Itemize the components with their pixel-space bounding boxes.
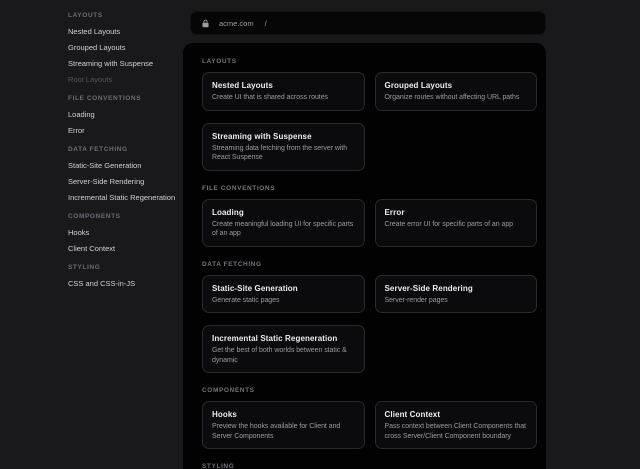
sidebar-item[interactable]: Server-Side Rendering xyxy=(68,174,184,190)
demo-card-description: Streaming data fetching from the server … xyxy=(212,144,355,163)
sidebar-item[interactable]: Grouped Layouts xyxy=(68,40,184,56)
demo-card-description: Preview the hooks available for Client a… xyxy=(212,422,355,441)
panel-section: STYLING CSS and CSS-in-JS Preview the su… xyxy=(202,463,537,469)
demo-card-title: Error xyxy=(385,207,528,218)
demo-card[interactable]: Client Context Pass context between Clie… xyxy=(375,401,538,449)
sidebar-group: FILE CONVENTIONS LoadingError xyxy=(68,93,184,139)
demo-card-title: Loading xyxy=(212,207,355,218)
demo-card[interactable]: Hooks Preview the hooks available for Cl… xyxy=(202,401,365,449)
url-domain: acme.com xyxy=(219,19,254,28)
card-grid: Loading Create meaningful loading UI for… xyxy=(202,199,537,247)
sidebar-group-label: COMPONENTS xyxy=(68,211,184,223)
demo-card-title: Nested Layouts xyxy=(212,80,355,91)
demo-card[interactable]: Static-Site Generation Generate static p… xyxy=(202,275,365,314)
demo-card-title: Hooks xyxy=(212,409,355,420)
sidebar-group-label: STYLING xyxy=(68,262,184,274)
panel-section: COMPONENTS Hooks Preview the hooks avail… xyxy=(202,387,537,449)
demo-card[interactable]: Error Create error UI for specific parts… xyxy=(375,199,538,247)
demo-card[interactable]: Incremental Static Regeneration Get the … xyxy=(202,325,365,373)
sidebar-item[interactable]: Nested Layouts xyxy=(68,24,184,40)
sidebar-item[interactable]: Hooks xyxy=(68,225,184,241)
panel-section: LAYOUTS Nested Layouts Create UI that is… xyxy=(202,58,537,171)
demo-card[interactable]: Loading Create meaningful loading UI for… xyxy=(202,199,365,247)
demo-card-title: Server-Side Rendering xyxy=(385,283,528,294)
sidebar-item[interactable]: Static-Site Generation xyxy=(68,158,184,174)
sidebar-group-items: Static-Site GenerationServer-Side Render… xyxy=(68,158,184,206)
demo-card-description: Get the best of both worlds between stat… xyxy=(212,346,355,365)
demo-card-description: Create meaningful loading UI for specifi… xyxy=(212,220,355,239)
demo-card-title: Incremental Static Regeneration xyxy=(212,333,355,344)
demo-card-title: Static-Site Generation xyxy=(212,283,355,294)
demo-card-description: Generate static pages xyxy=(212,296,355,306)
panel-section-label: STYLING xyxy=(202,463,537,469)
panel-section: FILE CONVENTIONS Loading Create meaningf… xyxy=(202,185,537,247)
sidebar-item[interactable]: Client Context xyxy=(68,241,184,257)
sidebar-group-items: CSS and CSS-in-JS xyxy=(68,276,184,292)
demo-card-title: Grouped Layouts xyxy=(385,80,528,91)
sidebar-item[interactable]: Loading xyxy=(68,107,184,123)
sidebar-group: DATA FETCHING Static-Site GenerationServ… xyxy=(68,144,184,206)
sidebar-group: STYLING CSS and CSS-in-JS xyxy=(68,262,184,292)
sidebar-group: LAYOUTS Nested LayoutsGrouped LayoutsStr… xyxy=(68,10,184,88)
sidebar-item[interactable]: Error xyxy=(68,123,184,139)
card-grid: Nested Layouts Create UI that is shared … xyxy=(202,72,537,171)
sidebar-item[interactable]: CSS and CSS-in-JS xyxy=(68,276,184,292)
sidebar: LAYOUTS Nested LayoutsGrouped LayoutsStr… xyxy=(68,10,184,297)
sidebar-group-label: LAYOUTS xyxy=(68,10,184,22)
demo-card[interactable]: Server-Side Rendering Server-render page… xyxy=(375,275,538,314)
demo-card-description: Create error UI for specific parts of an… xyxy=(385,220,528,230)
sidebar-item[interactable]: Incremental Static Regeneration xyxy=(68,190,184,206)
card-grid: Static-Site Generation Generate static p… xyxy=(202,275,537,374)
sidebar-group-items: LoadingError xyxy=(68,107,184,139)
lock-icon xyxy=(201,19,210,28)
sidebar-item[interactable]: Streaming with Suspense xyxy=(68,56,184,72)
url-bar[interactable]: acme.com / xyxy=(190,11,546,35)
demo-card-description: Server-render pages xyxy=(385,296,528,306)
sidebar-group-items: Nested LayoutsGrouped LayoutsStreaming w… xyxy=(68,24,184,88)
sidebar-group-items: HooksClient Context xyxy=(68,225,184,257)
sidebar-item: Root Layouts xyxy=(68,72,184,88)
demo-card-title: Streaming with Suspense xyxy=(212,131,355,142)
demo-card-description: Organize routes without affecting URL pa… xyxy=(385,93,528,103)
demo-card-description: Pass context between Client Components t… xyxy=(385,422,528,441)
sidebar-group-label: DATA FETCHING xyxy=(68,144,184,156)
panel-section-label: FILE CONVENTIONS xyxy=(202,185,537,193)
sidebar-group: COMPONENTS HooksClient Context xyxy=(68,211,184,257)
demo-card-title: Client Context xyxy=(385,409,528,420)
demo-panel: LAYOUTS Nested Layouts Create UI that is… xyxy=(183,43,546,469)
panel-section: DATA FETCHING Static-Site Generation Gen… xyxy=(202,261,537,374)
card-grid: Hooks Preview the hooks available for Cl… xyxy=(202,401,537,449)
panel-section-label: COMPONENTS xyxy=(202,387,537,395)
demo-card-description: Create UI that is shared across routes xyxy=(212,93,355,103)
sidebar-group-label: FILE CONVENTIONS xyxy=(68,93,184,105)
demo-card[interactable]: Streaming with Suspense Streaming data f… xyxy=(202,123,365,171)
panel-section-label: DATA FETCHING xyxy=(202,261,537,269)
demo-card[interactable]: Nested Layouts Create UI that is shared … xyxy=(202,72,365,111)
panel-section-label: LAYOUTS xyxy=(202,58,537,66)
demo-card[interactable]: Grouped Layouts Organize routes without … xyxy=(375,72,538,111)
url-path: / xyxy=(265,19,267,28)
